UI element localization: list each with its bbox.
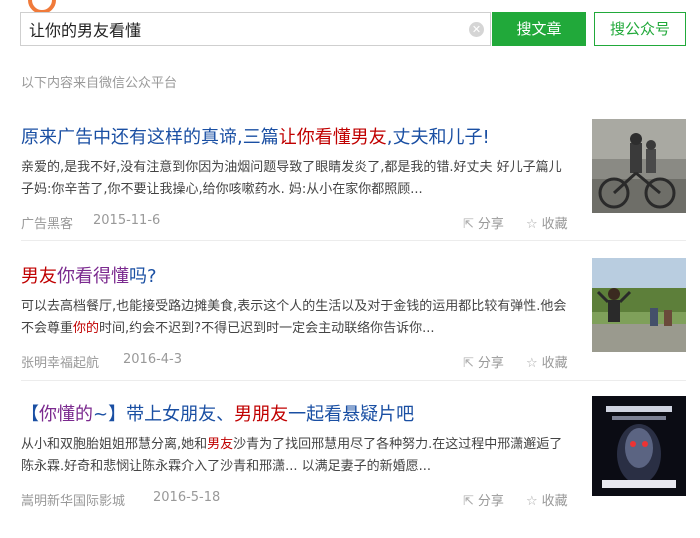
search-bar: ✕ 搜文章 搜公众号 (20, 12, 693, 48)
search-input[interactable] (21, 13, 461, 45)
search-box: ✕ (20, 12, 491, 46)
result-summary: 亲爱的,是我不好,没有注意到你因为油烟问题导致了眼睛发炎了,都是我的错.好丈夫 … (21, 160, 562, 197)
star-icon: ☆ (526, 356, 538, 371)
favorite-label: 收藏 (541, 494, 568, 509)
title-highlight: 你懂的 (39, 404, 93, 425)
title-highlight: 你看得懂 (57, 266, 129, 287)
favorite-label: 收藏 (541, 356, 568, 371)
share-button[interactable]: ⇱ 分享 (463, 213, 504, 232)
star-icon: ☆ (526, 217, 538, 232)
favorite-button[interactable]: ☆ 收藏 (526, 490, 568, 509)
summary-highlight: 你的 (73, 321, 100, 336)
share-label: 分享 (477, 356, 504, 371)
result-meta: 嵩明新华国际影城 2016-5-18 ⇱ 分享 ☆ 收藏 (21, 490, 581, 510)
result-thumbnail[interactable] (592, 396, 686, 496)
search-accounts-button[interactable]: 搜公众号 (594, 12, 686, 46)
summary-text: 从小和双胞胎姐姐邢慧分离,她和 (21, 437, 208, 452)
summary-text: 时间,约会不迟到?不得已迟到时一定会主动联络你告诉你... (99, 321, 435, 336)
account-name-link[interactable]: 张明幸福起航 (21, 352, 99, 371)
share-icon: ⇱ (463, 356, 474, 371)
result-title-link[interactable]: 【你懂的~】带上女朋友、男朋友一起看悬疑片吧 (21, 400, 581, 426)
result-meta: 张明幸福起航 2016-4-3 ⇱ 分享 ☆ 收藏 (21, 352, 581, 372)
star-icon: ☆ (526, 494, 538, 509)
title-text: ,丈夫和儿子! (386, 127, 490, 148)
result-title-link[interactable]: 男友你看得懂吗? (21, 262, 581, 288)
title-text: ~】带上女朋友、 (93, 404, 235, 425)
title-text: 一起看悬疑片吧 (288, 404, 415, 425)
share-button[interactable]: ⇱ 分享 (463, 490, 504, 509)
divider (21, 240, 686, 241)
account-name-link[interactable]: 广告黑客 (21, 213, 73, 232)
result-thumbnail[interactable] (592, 258, 686, 352)
share-label: 分享 (477, 494, 504, 509)
title-text: 【 (21, 404, 39, 425)
share-label: 分享 (477, 217, 504, 232)
account-name-link[interactable]: 嵩明新华国际影城 (21, 490, 125, 509)
result-thumbnail[interactable] (592, 119, 686, 213)
favorite-label: 收藏 (541, 217, 568, 232)
publish-date: 2016-4-3 (123, 352, 183, 367)
share-icon: ⇱ (463, 217, 474, 232)
title-highlight: 男友 (21, 266, 57, 287)
result-title-link[interactable]: 原来广告中还有这样的真谛,三篇让你看懂男友,丈夫和儿子! (21, 123, 581, 149)
result-summary: 从小和双胞胎姐姐邢慧分离,她和男友沙青为了找回邢慧用尽了各种努力.在这过程中邢潇… (21, 434, 569, 478)
search-articles-button[interactable]: 搜文章 (492, 12, 586, 46)
result-item: 【你懂的~】带上女朋友、男朋友一起看悬疑片吧 从小和双胞胎姐姐邢慧分离,她和男友… (21, 396, 686, 538)
summary-highlight: 男友 (207, 437, 234, 452)
share-icon: ⇱ (463, 494, 474, 509)
title-highlight: 让你看懂男友 (278, 127, 387, 148)
source-note: 以下内容来自微信公众平台 (21, 76, 178, 91)
result-summary: 可以去高档餐厅,也能接受路边摊美食,表示这个人的生活以及对于金钱的运用都比较有弹… (21, 296, 569, 340)
favorite-button[interactable]: ☆ 收藏 (526, 213, 568, 232)
title-text: 原来广告中还有这样的真谛,三篇 (21, 127, 279, 148)
clear-icon[interactable]: ✕ (469, 22, 484, 37)
share-button[interactable]: ⇱ 分享 (463, 352, 504, 371)
result-meta: 广告黑客 2015-11-6 ⇱ 分享 ☆ 收藏 (21, 213, 581, 233)
publish-date: 2016-5-18 (153, 490, 221, 505)
favorite-button[interactable]: ☆ 收藏 (526, 352, 568, 371)
publish-date: 2015-11-6 (93, 213, 161, 228)
divider (21, 380, 686, 381)
title-highlight: 男朋友 (234, 404, 289, 425)
title-text: 吗? (129, 266, 157, 287)
